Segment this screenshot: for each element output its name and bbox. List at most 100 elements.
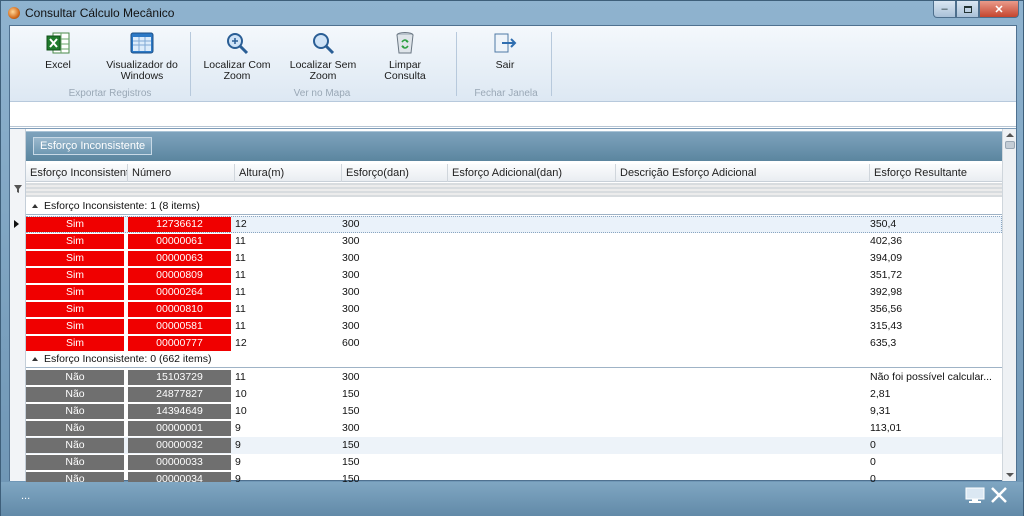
cell-inconsistente[interactable]: Não xyxy=(26,387,124,402)
cell-numero[interactable]: 00000061 xyxy=(128,234,231,249)
cell-descricao[interactable] xyxy=(612,369,866,386)
cell-resultante[interactable]: 356,56 xyxy=(866,301,1000,318)
table-row[interactable]: Não 00000032 9 150 0 xyxy=(26,437,1002,454)
maximize-button[interactable] xyxy=(956,1,979,18)
filter-row[interactable] xyxy=(26,183,1002,197)
cell-descricao[interactable] xyxy=(612,437,866,454)
cell-esforco[interactable]: 300 xyxy=(338,284,444,301)
cell-numero[interactable]: 00000264 xyxy=(128,285,231,300)
cell-numero[interactable]: 12736612 xyxy=(128,217,231,232)
cell-inconsistente[interactable]: Sim xyxy=(26,217,124,232)
cell-resultante[interactable]: 351,72 xyxy=(866,267,1000,284)
cell-numero[interactable]: 00000777 xyxy=(128,336,231,351)
cell-inconsistente[interactable]: Não xyxy=(26,438,124,453)
cell-esforco[interactable]: 300 xyxy=(338,267,444,284)
cell-numero[interactable]: 00000581 xyxy=(128,319,231,334)
cell-numero[interactable]: 00000810 xyxy=(128,302,231,317)
cell-altura[interactable]: 9 xyxy=(231,437,338,454)
cell-inconsistente[interactable]: Sim xyxy=(26,251,124,266)
cell-adicional[interactable] xyxy=(444,233,612,250)
cell-esforco[interactable]: 150 xyxy=(338,454,444,471)
cell-inconsistente[interactable]: Não xyxy=(26,421,124,436)
close-window-icon[interactable] xyxy=(989,486,1009,504)
table-row[interactable]: Não 14394649 10 150 9,31 xyxy=(26,403,1002,420)
table-row[interactable]: Sim 00000777 12 600 635,3 xyxy=(26,335,1002,352)
cell-descricao[interactable] xyxy=(612,216,866,233)
scroll-up-icon[interactable] xyxy=(1006,133,1014,137)
cell-descricao[interactable] xyxy=(612,454,866,471)
table-row[interactable]: Não 00000001 9 300 113,01 xyxy=(26,420,1002,437)
cell-altura[interactable]: 11 xyxy=(231,318,338,335)
cell-altura[interactable]: 11 xyxy=(231,301,338,318)
cell-numero[interactable]: 00000001 xyxy=(128,421,231,436)
cell-resultante[interactable]: 350,4 xyxy=(866,216,1000,233)
cell-resultante[interactable]: 113,01 xyxy=(866,420,1000,437)
cell-adicional[interactable] xyxy=(444,454,612,471)
cell-adicional[interactable] xyxy=(444,318,612,335)
cell-resultante[interactable]: 315,43 xyxy=(866,318,1000,335)
cell-descricao[interactable] xyxy=(612,301,866,318)
col-header-esforco-adicional[interactable]: Esforço Adicional(dan) xyxy=(448,164,616,182)
close-button[interactable]: ✕ xyxy=(979,1,1019,18)
cell-inconsistente[interactable]: Sim xyxy=(26,336,124,351)
cell-esforco[interactable]: 150 xyxy=(338,386,444,403)
clear-query-button[interactable]: Limpar Consulta xyxy=(378,30,432,82)
cell-descricao[interactable] xyxy=(612,420,866,437)
cell-inconsistente[interactable]: Não xyxy=(26,404,124,419)
vertical-scrollbar[interactable] xyxy=(1002,129,1016,481)
cell-descricao[interactable] xyxy=(612,335,866,352)
cell-adicional[interactable] xyxy=(444,437,612,454)
group-header-row[interactable]: Esforço Inconsistente: 0 (662 items) xyxy=(26,352,1002,368)
scroll-thumb[interactable] xyxy=(1005,141,1015,149)
table-row[interactable]: Sim 00000061 11 300 402,36 xyxy=(26,233,1002,250)
cell-resultante[interactable]: 0 xyxy=(866,454,1000,471)
col-header-altura[interactable]: Altura(m) xyxy=(235,164,342,182)
cell-numero[interactable]: 00000032 xyxy=(128,438,231,453)
group-by-panel[interactable]: Esforço Inconsistente xyxy=(26,131,1002,161)
scroll-down-icon[interactable] xyxy=(1006,473,1014,477)
cell-descricao[interactable] xyxy=(612,386,866,403)
cell-adicional[interactable] xyxy=(444,216,612,233)
table-row[interactable]: Sim 00000810 11 300 356,56 xyxy=(26,301,1002,318)
col-header-numero[interactable]: Número xyxy=(128,164,235,182)
cell-inconsistente[interactable]: Não xyxy=(26,455,124,470)
collapse-icon[interactable] xyxy=(32,203,38,208)
table-row[interactable]: Sim 00000581 11 300 315,43 xyxy=(26,318,1002,335)
cell-resultante[interactable]: Não foi possível calcular... xyxy=(866,369,1000,386)
cell-altura[interactable]: 9 xyxy=(231,420,338,437)
cell-altura[interactable]: 12 xyxy=(231,216,338,233)
exit-button[interactable]: Sair xyxy=(484,30,526,71)
cell-altura[interactable]: 11 xyxy=(231,250,338,267)
cell-altura[interactable]: 11 xyxy=(231,369,338,386)
cell-resultante[interactable]: 2,81 xyxy=(866,386,1000,403)
cell-altura[interactable]: 12 xyxy=(231,335,338,352)
cell-adicional[interactable] xyxy=(444,335,612,352)
cell-descricao[interactable] xyxy=(612,284,866,301)
col-header-esforco-resultante[interactable]: Esforço Resultante xyxy=(870,164,1002,182)
cell-esforco[interactable]: 150 xyxy=(338,437,444,454)
cell-numero[interactable]: 00000809 xyxy=(128,268,231,283)
cell-descricao[interactable] xyxy=(612,233,866,250)
locate-zoom-button[interactable]: Localizar Com Zoom xyxy=(202,30,272,82)
cell-esforco[interactable]: 150 xyxy=(338,403,444,420)
cell-esforco[interactable]: 600 xyxy=(338,335,444,352)
cell-adicional[interactable] xyxy=(444,403,612,420)
cell-altura[interactable]: 11 xyxy=(231,284,338,301)
cell-descricao[interactable] xyxy=(612,318,866,335)
monitor-icon[interactable] xyxy=(965,486,985,504)
table-row[interactable]: Sim 00000264 11 300 392,98 xyxy=(26,284,1002,301)
cell-adicional[interactable] xyxy=(444,267,612,284)
collapse-icon[interactable] xyxy=(32,356,38,361)
cell-inconsistente[interactable]: Não xyxy=(26,370,124,385)
cell-inconsistente[interactable]: Sim xyxy=(26,285,124,300)
excel-button[interactable]: Excel xyxy=(36,30,80,71)
cell-numero[interactable]: 00000033 xyxy=(128,455,231,470)
col-header-esforco[interactable]: Esforço(dan) xyxy=(342,164,448,182)
cell-resultante[interactable]: 402,36 xyxy=(866,233,1000,250)
cell-numero[interactable]: 24877827 xyxy=(128,387,231,402)
cell-adicional[interactable] xyxy=(444,369,612,386)
cell-altura[interactable]: 11 xyxy=(231,267,338,284)
cell-resultante[interactable]: 635,3 xyxy=(866,335,1000,352)
cell-altura[interactable]: 11 xyxy=(231,233,338,250)
table-row[interactable]: Sim 00000809 11 300 351,72 xyxy=(26,267,1002,284)
